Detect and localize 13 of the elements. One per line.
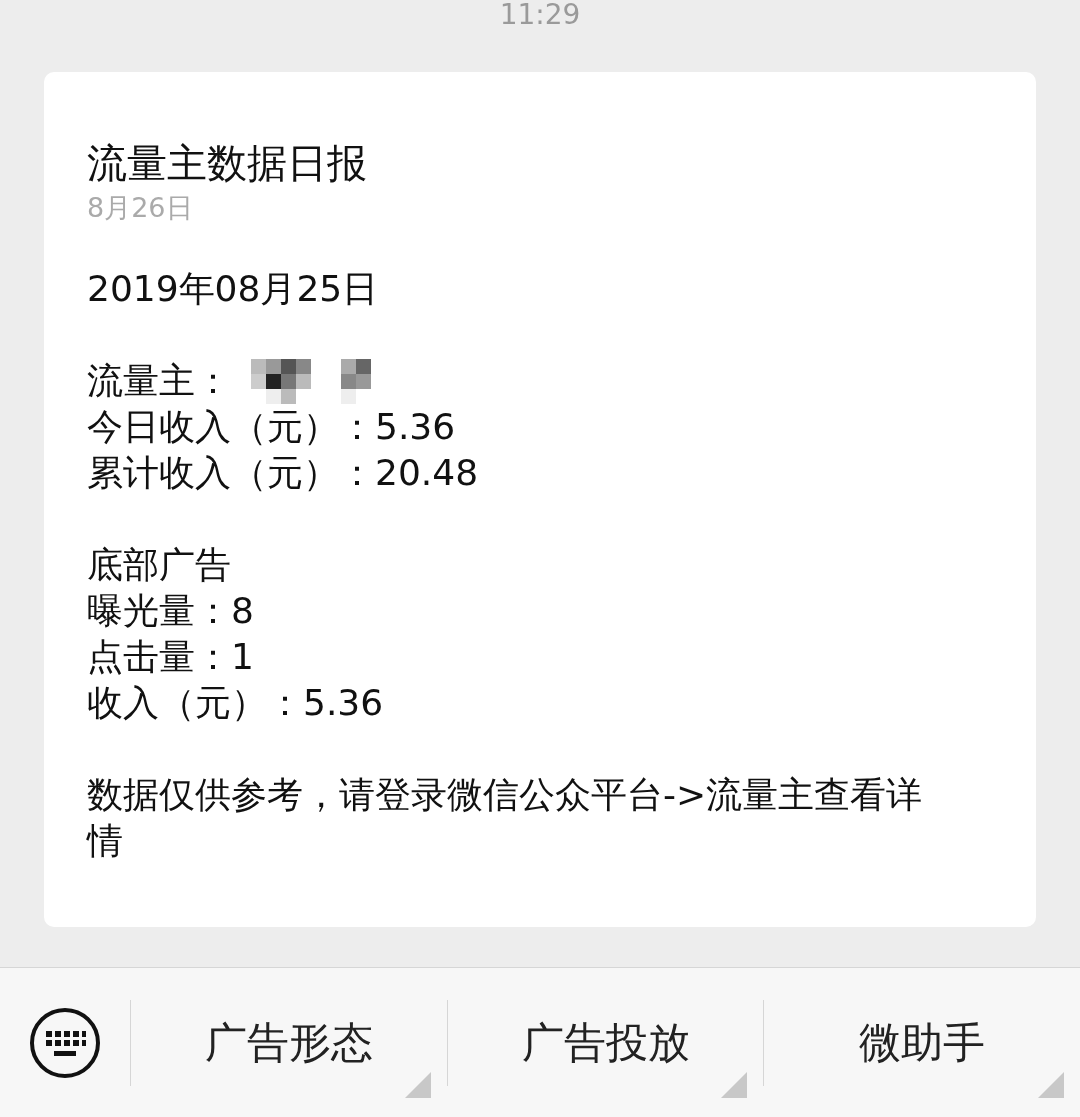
timestamp: 11:29: [498, 0, 582, 32]
report-line: 收入（元）：5.36: [87, 681, 385, 725]
report-line: 2019年08月25日: [87, 267, 380, 311]
report-line: 今日收入（元）：5.36: [87, 405, 457, 449]
report-line: 底部广告: [87, 543, 232, 587]
message-date: 8月26日: [87, 192, 194, 224]
report-line: 累计收入（元）：20.48: [87, 451, 480, 495]
message-title: 流量主数据日报: [87, 139, 368, 188]
report-line: 数据仅供参考，请登录微信公众平台->流量主查看详情: [87, 773, 924, 863]
keyboard-icon[interactable]: [29, 1006, 101, 1079]
report-line: 曝光量：8: [87, 589, 255, 633]
report-line: 点击量：1: [87, 635, 255, 679]
report-line: 流量主：: [87, 359, 231, 403]
